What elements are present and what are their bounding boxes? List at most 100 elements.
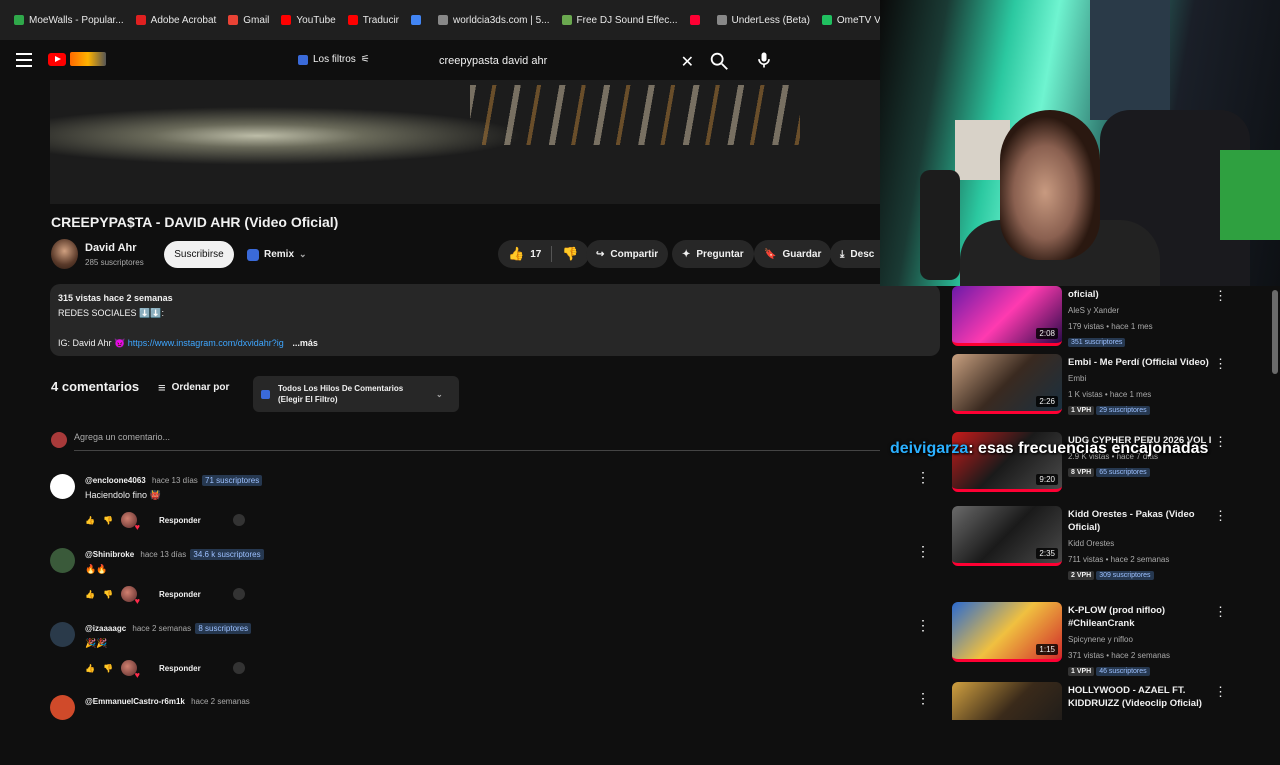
comment-time: hace 2 semanas <box>191 697 250 706</box>
bookmark-item[interactable]: worldcia3ds.com | 5... <box>432 15 556 26</box>
thumbs-down-icon[interactable]: 👎 <box>103 664 113 673</box>
translate-icon[interactable] <box>232 662 245 674</box>
description-box[interactable]: 315 vistas hace 2 semanas REDES SOCIALES… <box>50 284 940 356</box>
more-vert-icon[interactable]: ⋮ <box>1214 508 1227 524</box>
commenter-handle[interactable]: @EmmanuelCastro-r6m1k <box>85 697 185 706</box>
like-dislike-group[interactable]: 👍 17 👎 <box>498 240 589 268</box>
recommended-channel[interactable]: AleS y Xander <box>1068 304 1218 317</box>
sidebar-scrollbar[interactable] <box>1272 290 1278 374</box>
add-comment-input[interactable]: Agrega un comentario... <box>74 432 170 442</box>
recommended-title-block[interactable]: Kidd Orestes - Pakas (Video Oficial) Kid… <box>1068 508 1218 582</box>
recommended-channel[interactable]: Embi <box>1068 372 1218 385</box>
recommended-title-block[interactable]: K-PLOW (prod nifloo) #ChileanCrank Spicy… <box>1068 604 1218 678</box>
video-player[interactable] <box>50 80 880 204</box>
commenter-handle[interactable]: @izaaaagc <box>85 624 126 633</box>
bookmark-item[interactable] <box>684 15 711 25</box>
recommended-title-block[interactable]: oficial) AleS y Xander 179 vistas • hace… <box>1068 288 1218 349</box>
more-vert-icon[interactable]: ⋮ <box>1214 434 1227 450</box>
recommended-video[interactable]: 2:35 Kidd Orestes - Pakas (Video Oficial… <box>952 506 1272 582</box>
bookmark-item[interactable]: Traducir <box>342 15 405 26</box>
thumbs-up-icon[interactable]: 👍 <box>85 664 95 673</box>
recommended-views: 179 vistas • hace 1 mes <box>1068 322 1153 331</box>
thumbs-up-icon[interactable]: 👍 <box>85 590 95 599</box>
channel-name[interactable]: David Ahr <box>85 242 137 254</box>
filters-button[interactable]: Los filtros ⚟ <box>298 54 370 65</box>
bookmark-item[interactable]: YouTube <box>275 15 341 26</box>
reply-button[interactable]: Responder <box>159 590 201 599</box>
comment-text: 🎉🎉 <box>85 638 108 648</box>
subscribe-button[interactable]: Suscribirse <box>164 241 234 268</box>
thumbs-down-icon[interactable]: 👎 <box>562 246 578 262</box>
commenter-handle[interactable]: @encloone4063 <box>85 476 146 485</box>
commenter-handle[interactable]: @Shinibroke <box>85 550 134 559</box>
clear-search-icon[interactable]: ✕ <box>681 52 694 72</box>
search-icon[interactable] <box>708 50 730 72</box>
commenter-avatar[interactable] <box>50 474 75 499</box>
commenter-avatar[interactable] <box>50 622 75 647</box>
video-thumbnail[interactable]: 2:26 <box>952 354 1062 414</box>
more-vert-icon[interactable]: ⋮ <box>1214 356 1227 372</box>
recommended-title[interactable]: Embi - Me Perdí (Official Video) <box>1068 357 1209 368</box>
recommended-video[interactable]: 1:15 K-PLOW (prod nifloo) #ChileanCrank … <box>952 602 1272 678</box>
recommended-title[interactable]: HOLLYWOOD - AZAEL FT. KIDDRUIZZ (Videocl… <box>1068 685 1202 709</box>
recommended-title[interactable]: oficial) <box>1068 289 1099 300</box>
translate-icon[interactable] <box>232 514 245 526</box>
recommended-title-block[interactable]: HOLLYWOOD - AZAEL FT. KIDDRUIZZ (Videocl… <box>1068 684 1218 710</box>
translate-icon[interactable] <box>232 588 245 600</box>
logo-decoration <box>70 52 106 66</box>
bookmark-item[interactable]: OmeTV Video Chat... <box>816 15 880 26</box>
video-thumbnail[interactable] <box>952 682 1062 720</box>
video-thumbnail[interactable]: 2:08 <box>952 286 1062 346</box>
commenter-avatar[interactable] <box>50 548 75 573</box>
recommended-title[interactable]: K-PLOW (prod nifloo) #ChileanCrank <box>1068 605 1165 629</box>
channel-avatar[interactable] <box>51 239 78 269</box>
bookmark-item[interactable]: Gmail <box>222 15 275 26</box>
thumbs-up-icon[interactable]: 👍 <box>85 516 95 525</box>
recommended-title-block[interactable]: Embi - Me Perdí (Official Video) Embi 1 … <box>1068 356 1218 417</box>
reply-button[interactable]: Responder <box>159 664 201 673</box>
thumbs-up-icon[interactable]: 👍 <box>508 246 524 262</box>
vph-badge: 8 VPH <box>1068 468 1095 477</box>
thumbs-down-icon[interactable]: 👎 <box>103 516 113 525</box>
show-more-link[interactable]: ...más <box>292 338 318 348</box>
share-button[interactable]: ↪ Compartir <box>586 240 669 268</box>
instagram-link[interactable]: https://www.instagram.com/dxvidahr?ig <box>128 338 284 348</box>
microphone-icon[interactable] <box>754 50 774 70</box>
more-vert-icon[interactable]: ⋮ <box>916 617 930 634</box>
more-vert-icon[interactable]: ⋮ <box>916 690 930 707</box>
recommended-video[interactable]: 2:08 oficial) AleS y Xander 179 vistas •… <box>952 286 1272 362</box>
more-vert-icon[interactable]: ⋮ <box>1214 684 1227 700</box>
bookmark-item[interactable] <box>405 15 432 25</box>
sort-by-button[interactable]: ≡ Ordenar por <box>158 380 229 395</box>
comment-threads-filter[interactable]: Todos Los Hilos De Comentarios (Elegir E… <box>253 376 459 412</box>
share-icon: ↪ <box>596 248 605 260</box>
recommended-channel[interactable]: Spicynene y nifloo <box>1068 633 1218 646</box>
more-vert-icon[interactable]: ⋮ <box>1214 604 1227 620</box>
recommended-video[interactable]: HOLLYWOOD - AZAEL FT. KIDDRUIZZ (Videocl… <box>952 682 1272 720</box>
remix-button[interactable]: Remix ⌄ <box>242 241 312 268</box>
more-vert-icon[interactable]: ⋮ <box>916 543 930 560</box>
recommended-video[interactable]: 2:26 Embi - Me Perdí (Official Video) Em… <box>952 354 1272 430</box>
more-vert-icon[interactable]: ⋮ <box>1214 288 1227 304</box>
reply-button[interactable]: Responder <box>159 516 201 525</box>
studio-microphone <box>920 170 960 280</box>
more-vert-icon[interactable]: ⋮ <box>916 469 930 486</box>
bookmark-item[interactable]: Free DJ Sound Effec... <box>556 15 684 26</box>
youtube-logo[interactable] <box>48 52 106 66</box>
video-thumbnail[interactable]: 2:35 <box>952 506 1062 566</box>
bookmark-item[interactable]: Adobe Acrobat <box>130 15 223 26</box>
remix-label: Remix <box>264 249 295 260</box>
commenter-avatar[interactable] <box>50 695 75 720</box>
bookmark-item[interactable]: UnderLess (Beta) <box>711 15 816 26</box>
save-button[interactable]: 🔖 Guardar <box>754 240 832 268</box>
search-input[interactable]: creepypasta david ahr ✕ <box>430 48 700 74</box>
recommended-channel[interactable]: Kidd Orestes <box>1068 537 1218 550</box>
download-button[interactable]: ⤓ Desc <box>830 240 880 268</box>
bookmark-item[interactable]: MoeWalls - Popular... <box>8 15 130 26</box>
thumbs-down-icon[interactable]: 👎 <box>103 590 113 599</box>
video-thumbnail[interactable]: 1:15 <box>952 602 1062 662</box>
bookmark-label: Traducir <box>362 14 400 26</box>
menu-icon[interactable] <box>16 53 32 67</box>
recommended-title[interactable]: Kidd Orestes - Pakas (Video Oficial) <box>1068 509 1195 533</box>
ask-button[interactable]: ✦ Preguntar <box>672 240 754 268</box>
